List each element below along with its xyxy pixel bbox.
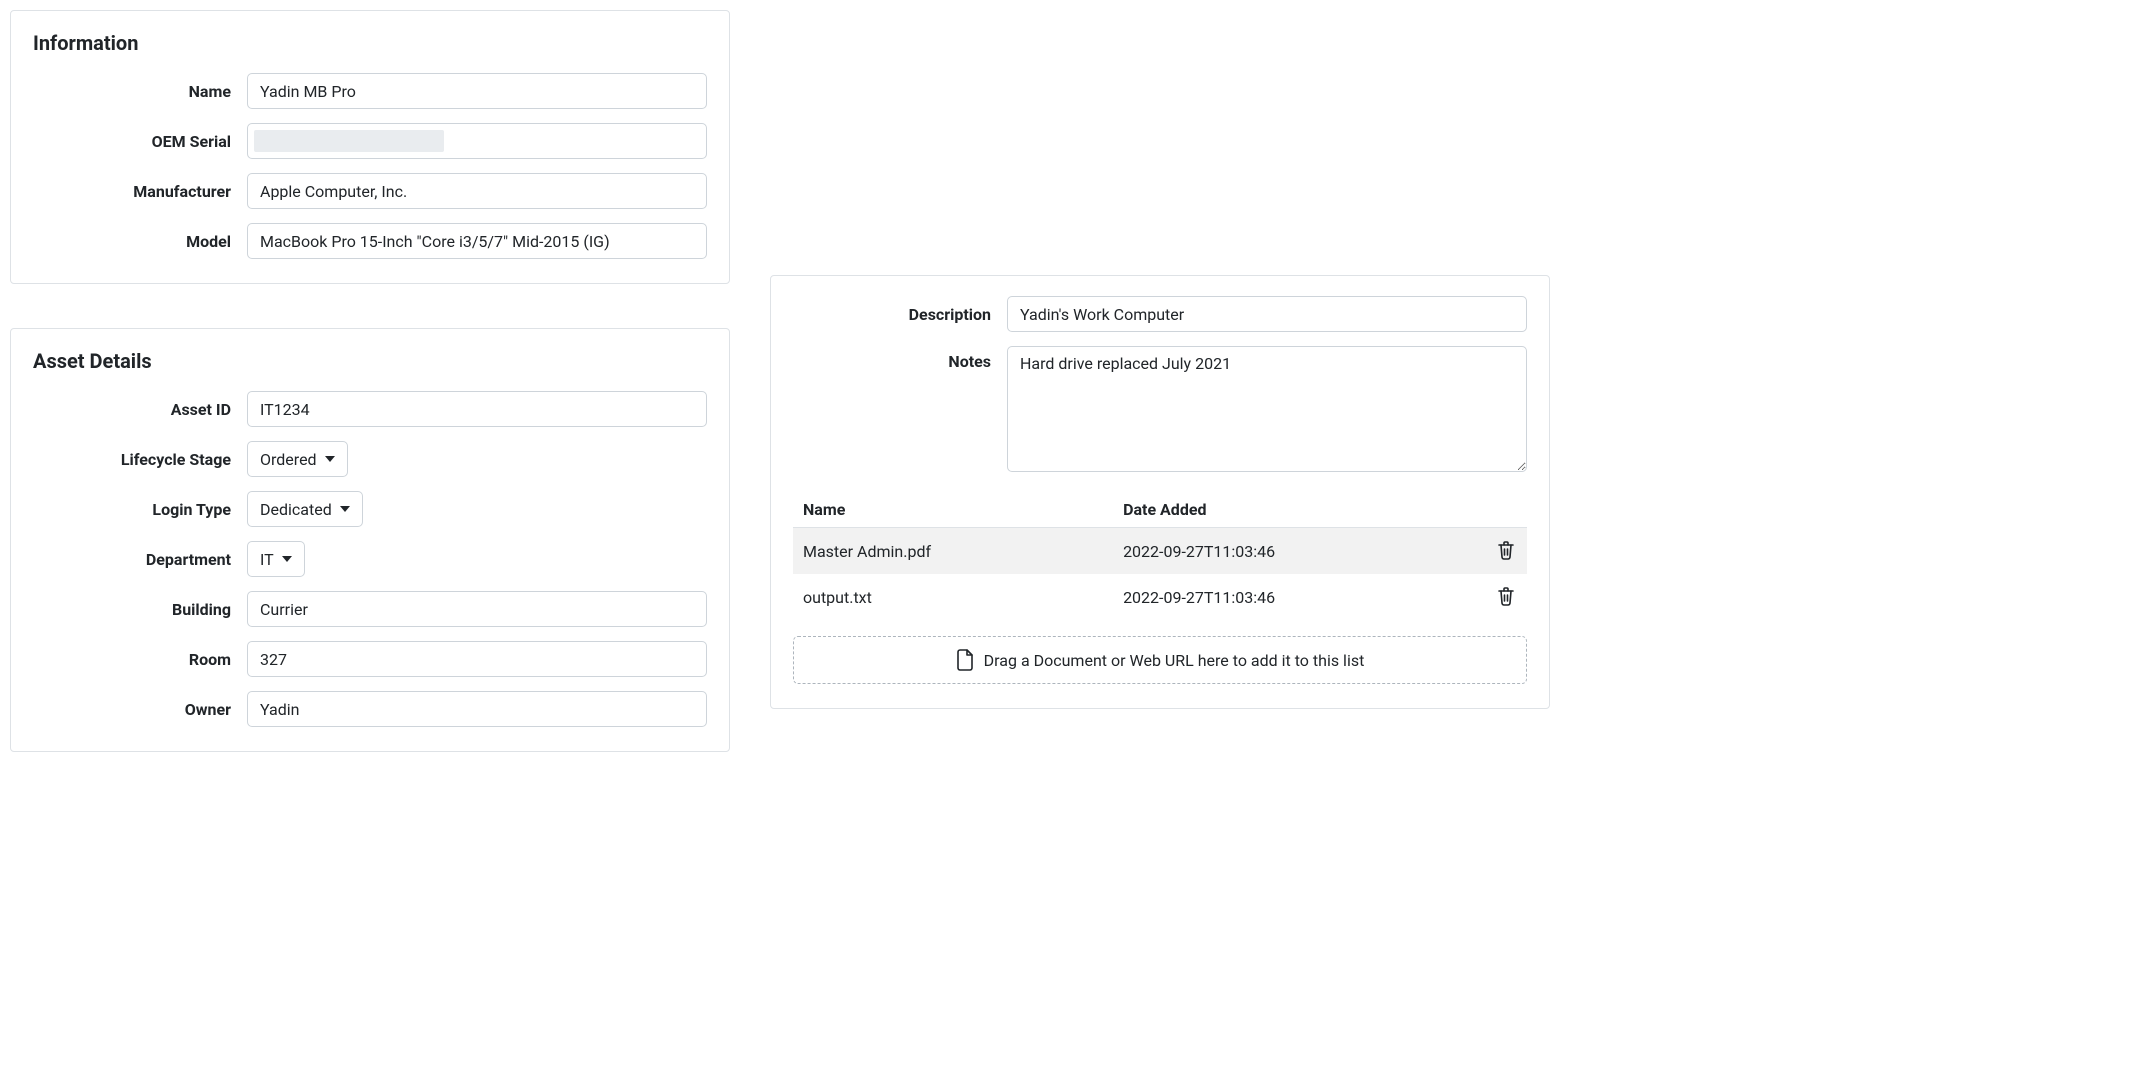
col-date-added: Date Added [1113,492,1485,528]
building-input[interactable] [247,591,707,627]
label-building: Building [33,600,247,619]
caret-down-icon [325,456,335,462]
caret-down-icon [340,506,350,512]
row-name: Name [33,73,707,109]
row-notes: Notes [793,346,1527,472]
label-model: Model [33,232,247,251]
doc-name: Master Admin.pdf [793,528,1113,575]
row-department: Department IT [33,541,707,577]
notes-textarea[interactable] [1007,346,1527,472]
row-lifecycle-stage: Lifecycle Stage Ordered [33,441,707,477]
label-name: Name [33,82,247,101]
table-row[interactable]: output.txt 2022-09-27T11:03:46 [793,574,1527,620]
label-notes: Notes [793,346,1007,371]
document-dropzone[interactable]: Drag a Document or Web URL here to add i… [793,636,1527,684]
doc-date: 2022-09-27T11:03:46 [1113,574,1485,620]
row-manufacturer: Manufacturer [33,173,707,209]
trash-icon [1497,586,1515,606]
manufacturer-input[interactable] [247,173,707,209]
caret-down-icon [282,556,292,562]
description-card: Description Notes Name Date Added M [770,275,1550,709]
oem-serial-input[interactable] [247,123,707,159]
asset-details-card: Asset Details Asset ID Lifecycle Stage O… [10,328,730,752]
trash-icon [1497,540,1515,560]
label-manufacturer: Manufacturer [33,182,247,201]
delete-button[interactable] [1495,584,1517,608]
description-input[interactable] [1007,296,1527,332]
label-room: Room [33,650,247,669]
row-model: Model [33,223,707,259]
room-input[interactable] [247,641,707,677]
label-login-type: Login Type [33,500,247,519]
row-oem-serial: OEM Serial [33,123,707,159]
document-icon [956,649,974,671]
doc-name: output.txt [793,574,1113,620]
name-input[interactable] [247,73,707,109]
documents-header-row: Name Date Added [793,492,1527,528]
owner-input[interactable] [247,691,707,727]
dropzone-text: Drag a Document or Web URL here to add i… [984,651,1365,670]
login-type-value: Dedicated [260,500,332,519]
label-lifecycle-stage: Lifecycle Stage [33,450,247,469]
asset-id-input[interactable] [247,391,707,427]
row-login-type: Login Type Dedicated [33,491,707,527]
label-asset-id: Asset ID [33,400,247,419]
department-dropdown[interactable]: IT [247,541,305,577]
col-name: Name [793,492,1113,528]
asset-details-title: Asset Details [33,349,707,373]
row-asset-id: Asset ID [33,391,707,427]
lifecycle-stage-value: Ordered [260,450,317,469]
information-title: Information [33,31,707,55]
label-oem-serial: OEM Serial [33,132,247,151]
redacted-block [254,130,444,152]
label-department: Department [33,550,247,569]
department-value: IT [260,550,274,569]
col-actions [1485,492,1527,528]
login-type-dropdown[interactable]: Dedicated [247,491,363,527]
lifecycle-stage-dropdown[interactable]: Ordered [247,441,348,477]
row-owner: Owner [33,691,707,727]
documents-table: Name Date Added Master Admin.pdf 2022-09… [793,492,1527,620]
row-building: Building [33,591,707,627]
doc-date: 2022-09-27T11:03:46 [1113,528,1485,575]
delete-button[interactable] [1495,538,1517,562]
row-description: Description [793,296,1527,332]
row-room: Room [33,641,707,677]
model-input[interactable] [247,223,707,259]
information-card: Information Name OEM Serial Manufacturer… [10,10,730,284]
label-owner: Owner [33,700,247,719]
label-description: Description [793,305,1007,324]
table-row[interactable]: Master Admin.pdf 2022-09-27T11:03:46 [793,528,1527,575]
